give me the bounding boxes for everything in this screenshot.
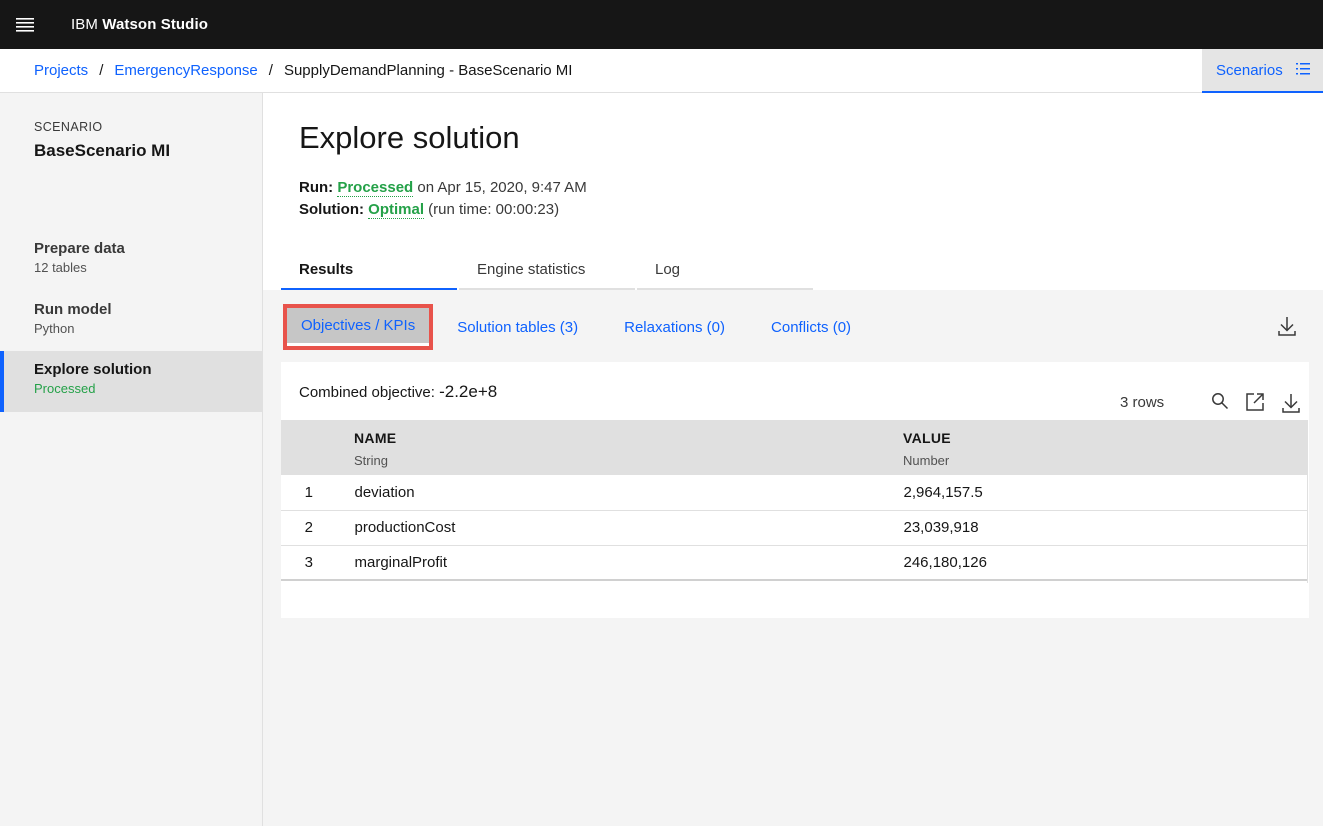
tab-bar: Results Engine statistics Log [281, 254, 815, 290]
column-header-type: String [354, 453, 388, 468]
subtab-bar: Objectives / KPIs Solution tables (3) Re… [281, 302, 851, 352]
row-index: 1 [281, 475, 337, 511]
page-title: Explore solution [299, 120, 520, 155]
solution-label: Solution: [299, 201, 364, 218]
sidebar-item-label: Explore solution [34, 361, 152, 378]
run-status-line: Run: Processed on Apr 15, 2020, 9:47 AM [299, 179, 587, 197]
breadcrumb-bar: Projects / EmergencyResponse / SupplyDem… [0, 49, 1323, 93]
row-index: 2 [281, 510, 337, 546]
top-bar: IBM Watson Studio [0, 0, 1323, 49]
menu-icon[interactable] [0, 0, 50, 49]
row-index: 3 [281, 545, 337, 581]
breadcrumb-projects[interactable]: Projects [34, 62, 88, 79]
breadcrumb: Projects / EmergencyResponse / SupplyDem… [34, 62, 572, 79]
subtab-solution-tables[interactable]: Solution tables (3) [457, 319, 578, 336]
sidebar-item-sub: Processed [34, 381, 96, 396]
cell-value: 2,964,157.5 [903, 475, 1308, 511]
breadcrumb-separator: / [99, 62, 104, 79]
sidebar-item-sub: Python [34, 321, 75, 336]
tab-label: Results [299, 261, 354, 278]
list-icon [1295, 62, 1310, 79]
column-header-name[interactable]: NAME String [337, 420, 903, 475]
subtab-objectives-kpis[interactable]: Objectives / KPIs [282, 304, 434, 350]
sidebar-item-label: Run model [34, 301, 112, 318]
scenarios-button[interactable]: Scenarios [1202, 49, 1323, 93]
sidebar-item-prepare-data[interactable]: Prepare data 12 tables [0, 230, 262, 291]
sidebar-item-explore-solution[interactable]: Explore solution Processed [0, 351, 262, 412]
solution-runtime: (run time: 00:00:23) [428, 201, 560, 218]
subtab-conflicts[interactable]: Conflicts (0) [771, 319, 851, 336]
search-icon[interactable] [1211, 392, 1229, 415]
row-count: 3 rows [1120, 394, 1165, 411]
results-card: Combined objective: -2.2e+8 3 rows NAME … [281, 362, 1309, 618]
run-status[interactable]: Processed [337, 179, 414, 197]
table-row[interactable]: 2 productionCost 23,039,918 [281, 510, 1308, 546]
combined-objective-label: Combined objective: [299, 384, 435, 401]
combined-objective-value: -2.2e+8 [439, 382, 498, 401]
tab-results[interactable]: Results [281, 254, 457, 290]
tab-engine-statistics[interactable]: Engine statistics [459, 254, 635, 290]
tab-log[interactable]: Log [637, 254, 813, 290]
cell-name: marginalProfit [337, 545, 903, 581]
sidebar-item-run-model[interactable]: Run model Python [0, 291, 262, 352]
table-row[interactable]: 1 deviation 2,964,157.5 [281, 475, 1308, 511]
scenario-name: BaseScenario MI [34, 141, 171, 160]
subtab-relaxations[interactable]: Relaxations (0) [624, 319, 725, 336]
column-header-type: Number [903, 453, 950, 468]
solution-status[interactable]: Optimal [368, 201, 424, 219]
download-icon[interactable] [1277, 315, 1297, 342]
cell-name: deviation [337, 475, 903, 511]
combined-objective: Combined objective: -2.2e+8 [299, 382, 497, 402]
run-label: Run: [299, 179, 334, 196]
column-header-label: VALUE [903, 430, 951, 446]
sidebar-item-label: Prepare data [34, 240, 125, 257]
sidebar: SCENARIO BaseScenario MI Prepare data 12… [0, 93, 263, 826]
tab-label: Engine statistics [477, 261, 586, 278]
column-header-index [281, 420, 337, 475]
sidebar-item-sub: 12 tables [34, 260, 87, 275]
scenario-label: SCENARIO [34, 120, 103, 134]
table-row[interactable]: 3 marginalProfit 246,180,126 [281, 545, 1308, 581]
solution-status-line: Solution: Optimal (run time: 00:00:23) [299, 201, 560, 219]
brand-prefix: IBM [71, 16, 98, 33]
app-brand[interactable]: IBM Watson Studio [71, 16, 208, 33]
tab-label: Log [655, 261, 681, 278]
launch-icon[interactable] [1245, 392, 1265, 417]
brand-name: Watson Studio [102, 16, 208, 33]
breadcrumb-separator: / [268, 62, 273, 79]
cell-value: 246,180,126 [903, 545, 1308, 581]
download-icon[interactable] [1281, 392, 1301, 419]
cell-value: 23,039,918 [903, 510, 1308, 546]
run-date: on Apr 15, 2020, 9:47 AM [417, 179, 587, 196]
breadcrumb-project[interactable]: EmergencyResponse [114, 62, 257, 79]
cell-name: productionCost [337, 510, 903, 546]
column-header-label: NAME [354, 430, 397, 446]
breadcrumb-current: SupplyDemandPlanning - BaseScenario MI [283, 62, 573, 79]
scenarios-label: Scenarios [1216, 61, 1283, 79]
column-header-value[interactable]: VALUE Number [903, 420, 1308, 475]
table-header-row: NAME String VALUE Number [281, 420, 1308, 475]
results-table: NAME String VALUE Number 1 deviation 2,9… [281, 420, 1308, 581]
